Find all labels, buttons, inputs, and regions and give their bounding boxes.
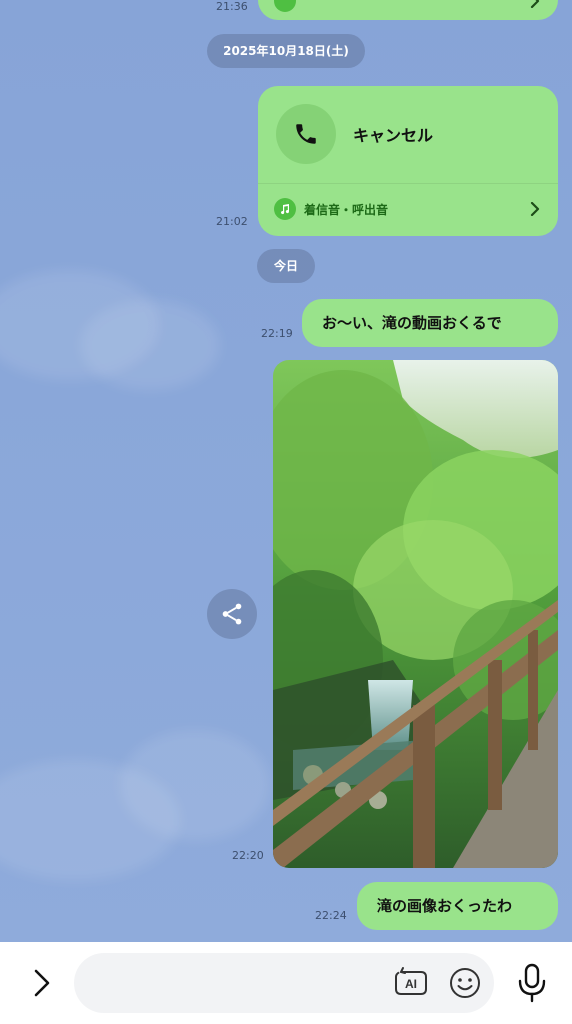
music-note-icon bbox=[274, 198, 296, 220]
voice-input-button[interactable] bbox=[515, 962, 549, 1004]
ringtone-link[interactable]: 着信音・呼出音 bbox=[258, 184, 558, 236]
call-status-label: キャンセル bbox=[353, 126, 434, 145]
message-time: 21:02 bbox=[216, 215, 248, 228]
music-note-icon bbox=[274, 0, 296, 12]
date-divider: 2025年10月18日(土) bbox=[207, 34, 365, 68]
message-time: 22:19 bbox=[261, 327, 293, 340]
phone-icon bbox=[276, 104, 336, 164]
emoji-button[interactable] bbox=[448, 966, 482, 1000]
microphone-icon bbox=[518, 963, 546, 1003]
chat-area: 21:36 2025年10月18日(土) 21:02 キャンセル 着信音・呼出音 bbox=[0, 0, 572, 942]
call-message-card[interactable]: キャンセル 着信音・呼出音 bbox=[258, 86, 558, 236]
chevron-right-icon bbox=[530, 202, 540, 216]
ringtone-label: 着信音・呼出音 bbox=[304, 203, 389, 217]
share-button[interactable] bbox=[207, 589, 257, 639]
ai-icon: AI bbox=[395, 967, 427, 995]
partial-message-bubble[interactable] bbox=[258, 0, 558, 20]
chevron-right-icon bbox=[530, 0, 540, 8]
background-cloud bbox=[80, 300, 220, 390]
message-time: 21:36 bbox=[216, 0, 248, 13]
emoji-icon bbox=[450, 968, 480, 998]
message-time: 22:24 bbox=[315, 909, 347, 922]
text-message-bubble[interactable]: 滝の画像おくったわ bbox=[357, 882, 558, 930]
call-card-top[interactable]: キャンセル bbox=[258, 86, 558, 184]
chevron-right-expand-icon[interactable] bbox=[26, 965, 58, 1001]
ai-label: AI bbox=[405, 977, 417, 991]
date-divider: 今日 bbox=[257, 249, 315, 283]
photo-message[interactable] bbox=[273, 360, 558, 868]
text-message-bubble[interactable]: お〜い、滝の動画おくるで bbox=[302, 299, 558, 347]
ai-button[interactable]: AI bbox=[393, 966, 429, 1000]
waterfall-photo bbox=[273, 360, 558, 868]
share-icon bbox=[222, 603, 242, 625]
message-input[interactable] bbox=[74, 953, 494, 1013]
message-time: 22:20 bbox=[232, 849, 264, 862]
background-cloud bbox=[120, 730, 270, 840]
